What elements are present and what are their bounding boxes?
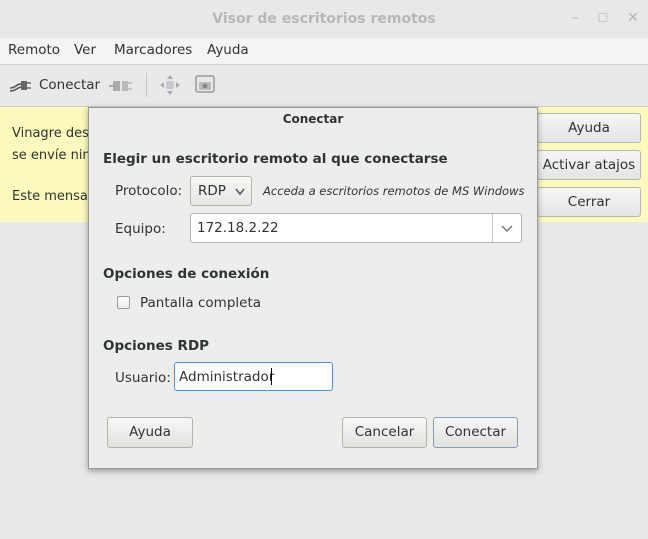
menubar: Remoto Ver Marcadores Ayuda: [0, 38, 648, 65]
protocol-select[interactable]: RDP: [190, 176, 252, 206]
host-dropdown-button[interactable]: [492, 214, 521, 242]
username-label: Usuario:: [115, 370, 171, 386]
rdp-section-heading: Opciones RDP: [103, 338, 210, 354]
connect-toolbar-label: Conectar: [39, 77, 101, 93]
plug-icon: [9, 81, 31, 92]
fullscreen-checkbox[interactable]: [117, 296, 130, 309]
disconnect-icon[interactable]: [109, 75, 133, 97]
minimize-icon[interactable]: –: [566, 9, 584, 27]
info-text-line1: Vinagre des: [12, 126, 89, 141]
connect-dialog: Conectar Elegir un escritorio remoto al …: [88, 107, 538, 469]
menu-marcadores[interactable]: Marcadores: [114, 42, 192, 58]
text-cursor: [271, 368, 272, 385]
chevron-down-icon: [235, 188, 245, 196]
remote-section-heading: Elegir un escritorio remoto al que conec…: [103, 151, 448, 167]
host-value: 172.18.2.22: [197, 220, 279, 236]
menu-ver[interactable]: Ver: [74, 42, 96, 58]
cancel-button[interactable]: Cancelar: [342, 417, 427, 448]
protocol-value: RDP: [198, 183, 226, 199]
info-text-line2: se envíe nin: [12, 148, 91, 163]
host-label: Equipo:: [115, 221, 166, 237]
info-text-line3: Este mensa: [12, 189, 88, 204]
dialog-help-button[interactable]: Ayuda: [107, 417, 193, 448]
connection-section-heading: Opciones de conexión: [103, 266, 270, 282]
fullscreen-label[interactable]: Pantalla completa: [140, 295, 261, 311]
window-titlebar: Visor de escritorios remotos – ☐ ✕: [0, 0, 648, 39]
protocol-label: Protocolo:: [115, 183, 183, 199]
toolbar: Conectar: [0, 65, 648, 107]
chevron-down-icon: [501, 225, 513, 233]
dialog-title: Conectar: [282, 112, 344, 126]
fullscreen-move-icon[interactable]: [158, 73, 182, 97]
info-help-button[interactable]: Ayuda: [537, 113, 641, 143]
close-icon[interactable]: ✕: [624, 9, 642, 27]
toolbar-separator: [146, 73, 147, 97]
info-close-button[interactable]: Cerrar: [537, 187, 641, 217]
window-title: Visor de escritorios remotos: [212, 11, 436, 27]
menu-ayuda[interactable]: Ayuda: [207, 42, 249, 58]
connect-button[interactable]: Conectar: [433, 417, 518, 448]
host-combo-entry[interactable]: 172.18.2.22: [190, 213, 522, 243]
username-input[interactable]: Administrador: [174, 362, 333, 391]
protocol-description: Acceda a escritorios remotos de MS Windo…: [263, 184, 525, 198]
screenshot-icon[interactable]: [193, 73, 217, 97]
info-shortcuts-button[interactable]: Activar atajos: [537, 150, 641, 180]
username-value: Administrador: [179, 369, 275, 385]
maximize-icon[interactable]: ☐: [594, 9, 612, 27]
menu-remoto[interactable]: Remoto: [8, 42, 60, 58]
